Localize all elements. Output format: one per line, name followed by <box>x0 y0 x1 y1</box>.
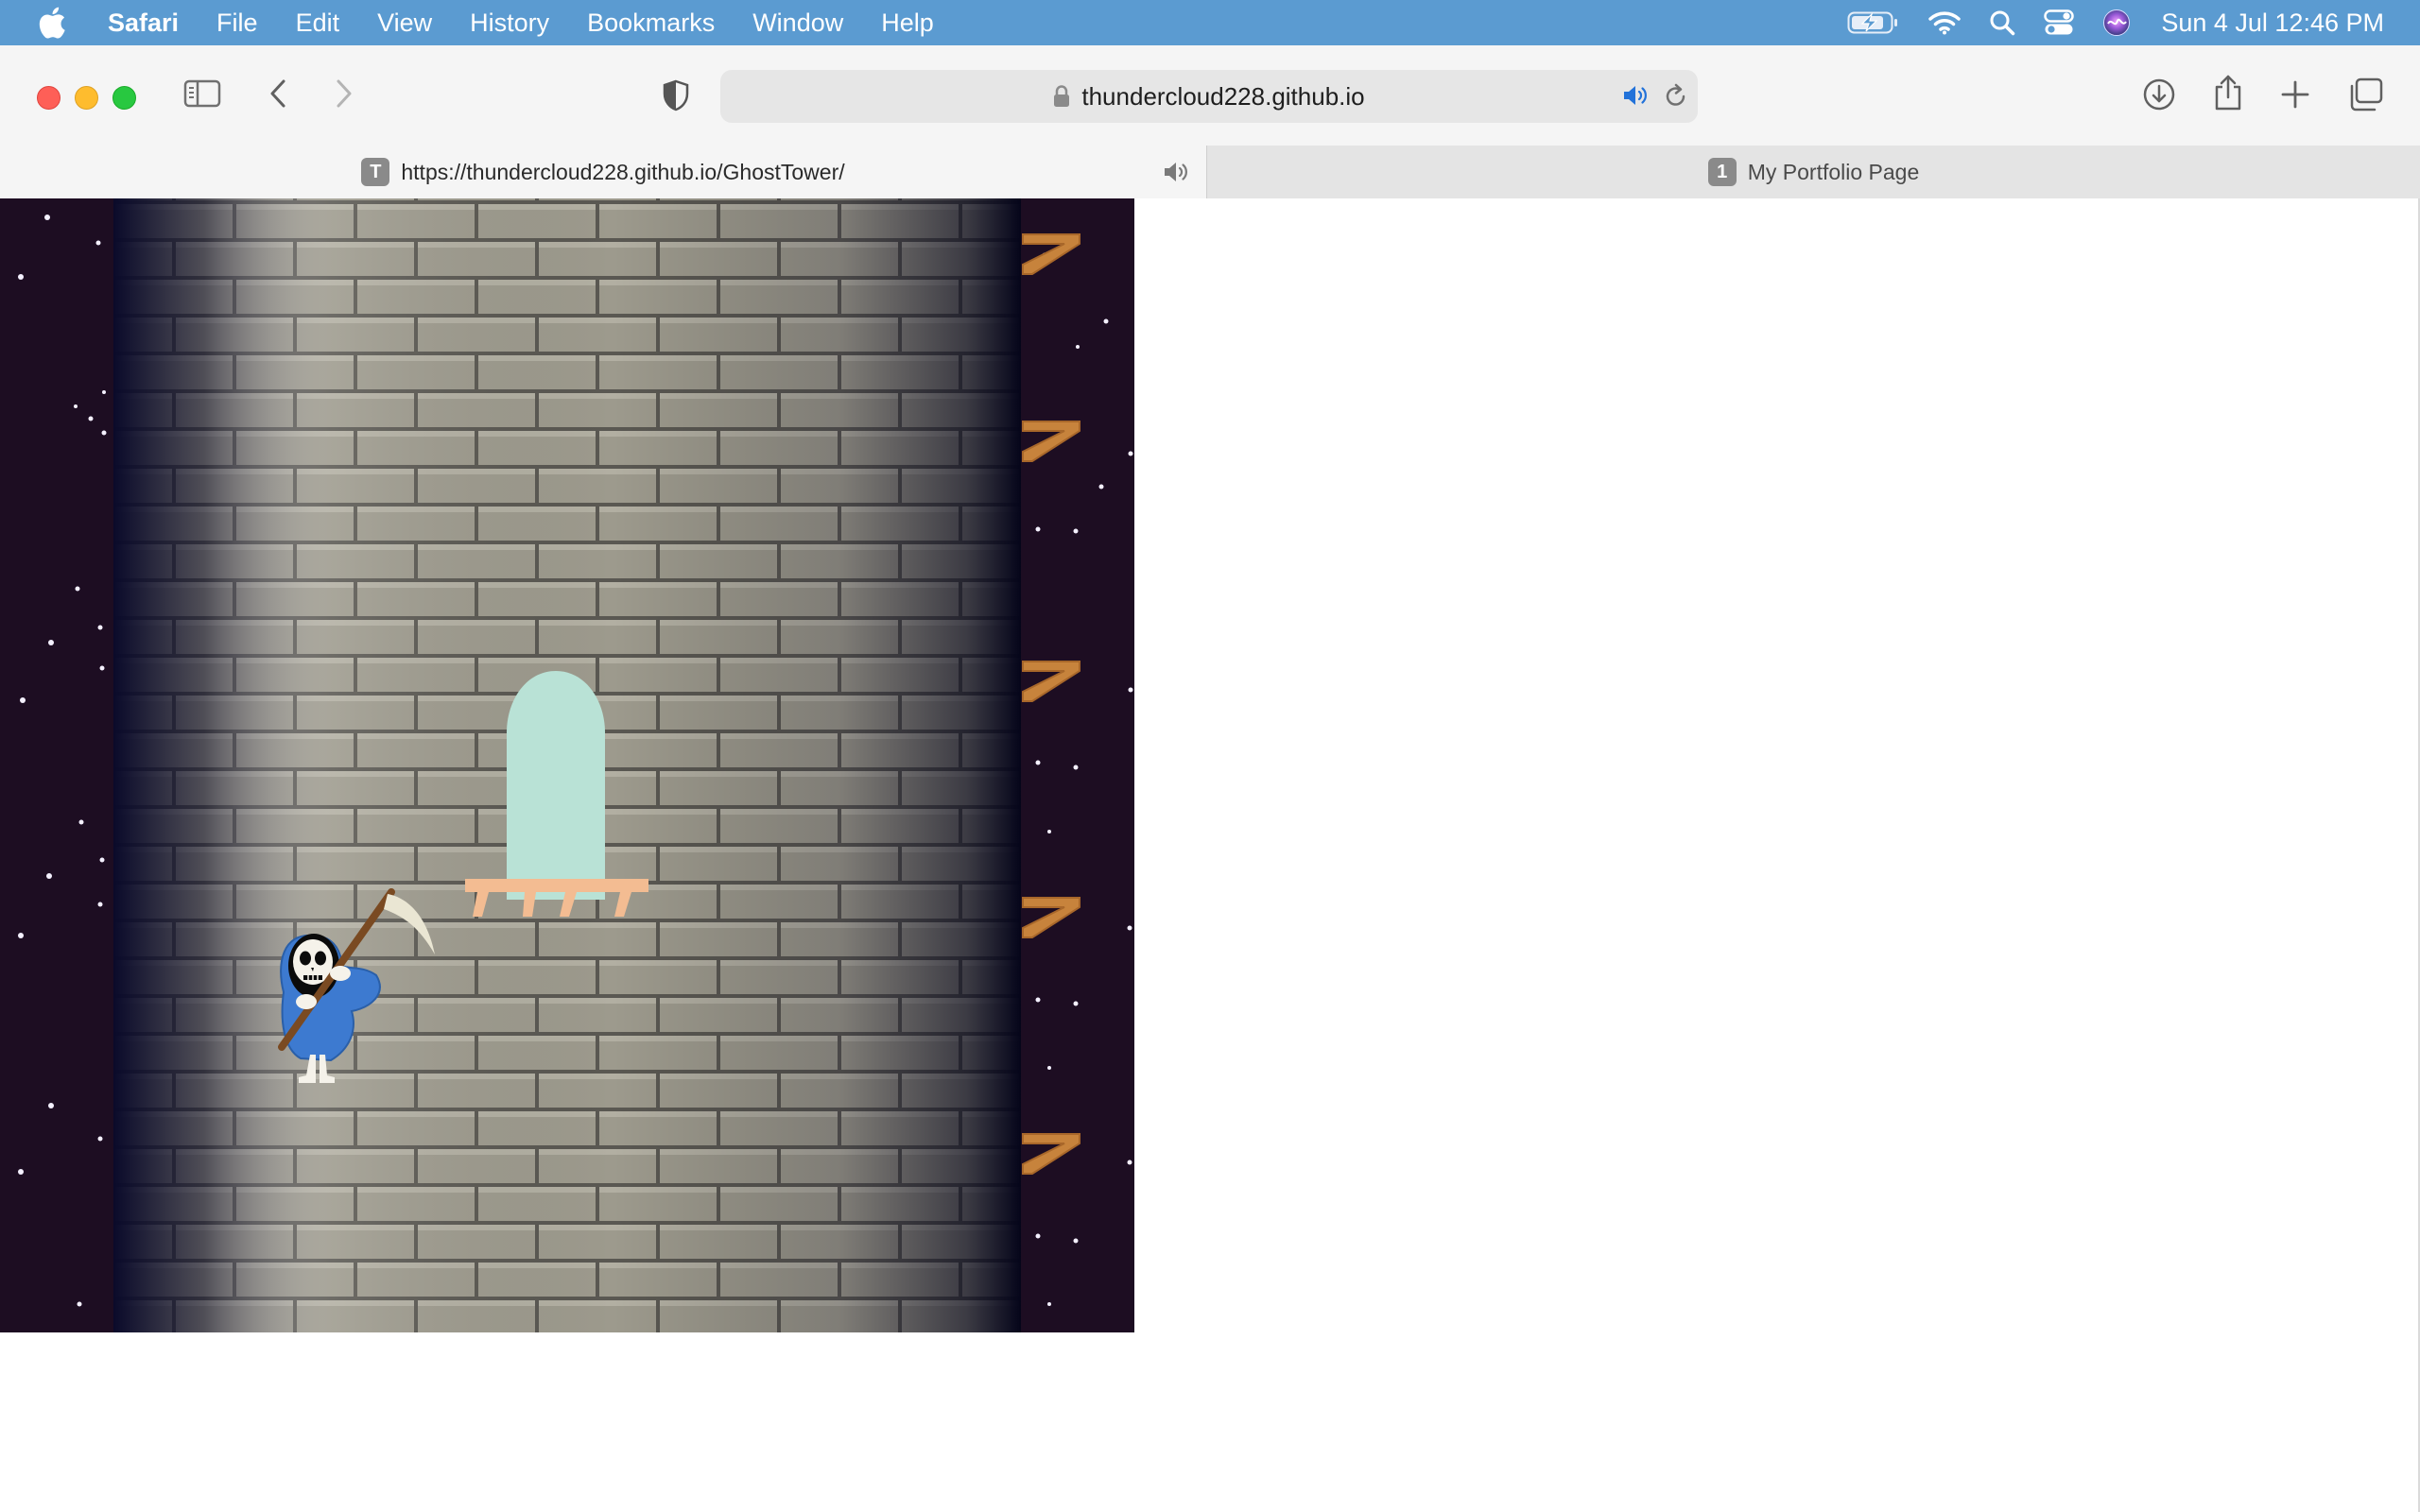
status-area: Sun 4 Jul 12:46 PM <box>1819 0 2420 45</box>
web-content <box>0 198 2420 1512</box>
address-text[interactable]: thundercloud228.github.io <box>1081 82 1364 112</box>
tab-ghosttower[interactable]: T https://thundercloud228.github.io/Ghos… <box>0 146 1206 198</box>
battery-charging-icon[interactable] <box>1847 10 1900 35</box>
apple-menu-icon[interactable] <box>38 6 72 40</box>
tab-title: My Portfolio Page <box>1747 159 1920 184</box>
menu-file[interactable]: File <box>216 9 258 38</box>
wifi-icon[interactable] <box>1928 10 1962 35</box>
ghost-tower-game-canvas[interactable] <box>0 198 1134 1332</box>
window-zoom-button[interactable] <box>112 86 136 110</box>
siri-icon[interactable] <box>2102 9 2131 37</box>
tab-favicon: 1 <box>1707 158 1737 186</box>
menu-app-safari[interactable]: Safari <box>108 9 179 38</box>
menu-view[interactable]: View <box>377 9 432 38</box>
menu-edit[interactable]: Edit <box>296 9 340 38</box>
control-center-icon[interactable] <box>2044 9 2075 36</box>
tab-portfolio[interactable]: 1 My Portfolio Page <box>1206 146 2420 198</box>
menu-help[interactable]: Help <box>881 9 934 38</box>
menu-window[interactable]: Window <box>752 9 843 38</box>
address-bar[interactable]: thundercloud228.github.io <box>720 70 1698 123</box>
window-close-button[interactable] <box>37 86 60 110</box>
menu-history[interactable]: History <box>470 9 549 38</box>
menubar-clock[interactable]: Sun 4 Jul 12:46 PM <box>2161 9 2384 38</box>
menu-bookmarks[interactable]: Bookmarks <box>587 9 715 38</box>
lock-icon <box>1053 85 1070 108</box>
spotlight-search-icon[interactable] <box>1989 9 2015 36</box>
downloads-icon[interactable] <box>2142 77 2176 112</box>
tab-bar: T https://thundercloud228.github.io/Ghos… <box>0 146 2420 198</box>
tab-overview-icon[interactable] <box>2348 77 2384 112</box>
tab-audio-icon[interactable] <box>1163 160 1191 190</box>
sidebar-icon[interactable] <box>183 79 221 108</box>
window-minimize-button[interactable] <box>75 86 98 110</box>
share-icon[interactable] <box>2212 74 2244 112</box>
reload-icon[interactable] <box>1664 83 1688 114</box>
tab-title: https://thundercloud228.github.io/GhostT… <box>401 159 845 184</box>
new-tab-icon[interactable] <box>2280 79 2310 110</box>
forward-icon[interactable] <box>333 77 355 110</box>
audio-playing-icon[interactable] <box>1622 83 1651 112</box>
menu-bar: Safari File Edit View History Bookmarks … <box>0 0 2420 45</box>
privacy-shield-icon[interactable] <box>662 79 690 112</box>
tab-favicon: T <box>361 158 390 186</box>
browser-toolbar: thundercloud228.github.io <box>0 45 2420 146</box>
back-icon[interactable] <box>267 77 289 110</box>
